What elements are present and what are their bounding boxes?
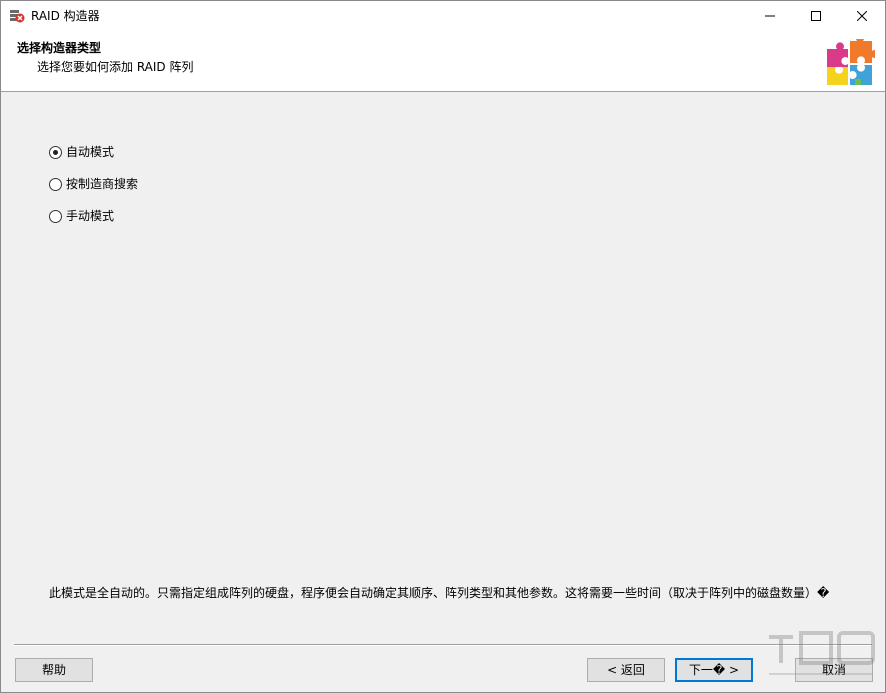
footer-divider xyxy=(14,644,872,646)
help-button[interactable]: 帮助 xyxy=(15,658,93,682)
window-title: RAID 构造器 xyxy=(31,9,100,23)
option-label[interactable]: 自动模式 xyxy=(66,143,114,161)
header-subtitle: 选择您要如何添加 RAID 阵列 xyxy=(37,60,194,74)
raid-builder-window: RAID 构造器 选择构造器类型 选择您要如何添加 RAID 阵列 自动模式 按… xyxy=(0,0,886,693)
option-label[interactable]: 手动模式 xyxy=(66,207,114,225)
title-bar[interactable]: RAID 构造器 xyxy=(1,1,885,31)
close-icon xyxy=(857,11,867,21)
option-manufacturer-search[interactable]: 按制造商搜索 xyxy=(49,175,138,207)
radio-auto-mode[interactable] xyxy=(49,146,62,159)
option-label[interactable]: 按制造商搜索 xyxy=(66,175,138,193)
puzzle-icon xyxy=(827,39,875,85)
wizard-header: 选择构造器类型 选择您要如何添加 RAID 阵列 xyxy=(1,31,885,92)
minimize-button[interactable] xyxy=(747,1,793,31)
raid-app-icon xyxy=(10,10,25,23)
maximize-button[interactable] xyxy=(793,1,839,31)
radio-manual-mode[interactable] xyxy=(49,210,62,223)
mode-description: 此模式是全自动的。只需指定组成阵列的硬盘，程序便会自动确定其顺序、阵列类型和其他… xyxy=(49,586,830,600)
mode-options: 自动模式 按制造商搜索 手动模式 xyxy=(49,143,138,239)
minimize-icon xyxy=(765,15,775,17)
radio-manufacturer-search[interactable] xyxy=(49,178,62,191)
next-button[interactable]: 下一� > xyxy=(675,658,753,682)
watermark-logo xyxy=(769,631,875,675)
option-auto-mode[interactable]: 自动模式 xyxy=(49,143,138,175)
option-manual-mode[interactable]: 手动模式 xyxy=(49,207,138,239)
close-button[interactable] xyxy=(839,1,885,31)
header-title: 选择构造器类型 xyxy=(17,41,102,55)
maximize-icon xyxy=(811,11,821,21)
back-button[interactable]: < 返回 xyxy=(587,658,665,682)
